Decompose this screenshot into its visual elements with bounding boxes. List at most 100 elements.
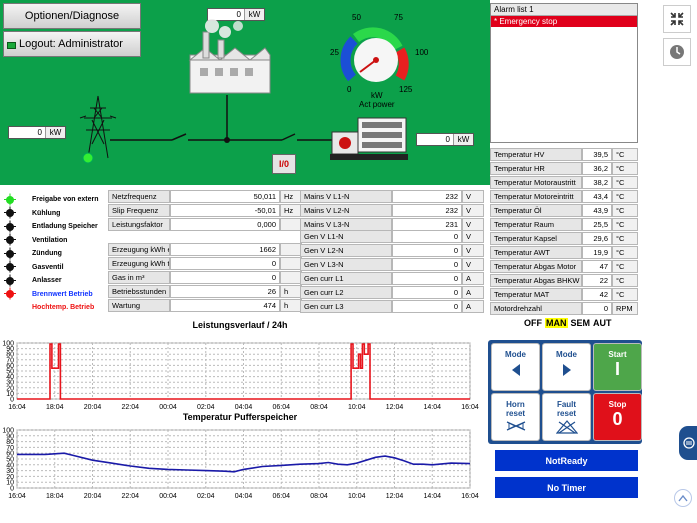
mode-aut: AUT <box>593 318 612 328</box>
fault-reset-button[interactable]: Fault reset <box>542 393 591 441</box>
table-row: Gen curr L2 0 A <box>300 286 484 299</box>
status-label: Gasventil <box>32 263 64 271</box>
alarm-item[interactable]: * Emergency stop <box>491 16 637 27</box>
row-label: Erzeugung kWh el <box>108 243 170 256</box>
row-label: Gen V L3-N <box>300 258 392 271</box>
row-label: Temperatur Raum <box>490 218 582 231</box>
collapse-fullscreen-button[interactable] <box>663 5 691 33</box>
table-row: Temperatur MAT 42 °C <box>490 288 638 301</box>
x-tick-label: 06:04 <box>272 404 290 411</box>
table-row: Gen V L3-N 0 V <box>300 258 484 271</box>
gauge-tick-75: 75 <box>394 13 403 22</box>
row-label: Temperatur Motoreintritt <box>490 190 582 203</box>
row-unit: °C <box>612 176 638 189</box>
row-label: Slip Frequenz <box>108 204 170 217</box>
horn-reset-button[interactable]: Horn reset <box>491 393 540 441</box>
row-label: Mains V L2-N <box>300 204 392 217</box>
x-tick-label: 04:04 <box>235 493 253 500</box>
row-unit: °C <box>612 162 638 175</box>
row-value: 43,4 <box>582 190 612 203</box>
mode-indicator: OFF MAN SEM AUT <box>524 318 612 328</box>
table-row: Motordrehzahl 0 RPM <box>490 302 638 315</box>
row-unit: °C <box>612 148 638 161</box>
y-tick-label: 100 <box>2 428 14 435</box>
status-notready: NotReady <box>495 450 638 471</box>
x-tick-label: 00:04 <box>159 493 177 500</box>
row-label: Temperatur Motoraustritt <box>490 176 582 189</box>
stop-button[interactable]: Stop 0 <box>593 393 642 441</box>
start-button[interactable]: Start I <box>593 343 642 391</box>
row-label: Erzeugung kWh th <box>108 257 170 270</box>
alarm-list[interactable]: Alarm list 1 * Emergency stop <box>490 3 638 143</box>
row-label: Temperatur AWT <box>490 246 582 259</box>
row-unit <box>280 243 302 256</box>
x-tick-label: 12:04 <box>386 404 404 411</box>
row-label: Motordrehzahl <box>490 302 582 315</box>
row-label: Gen curr L3 <box>300 300 392 313</box>
table-row: Temperatur HV 39,5 °C <box>490 148 638 161</box>
row-unit: h <box>280 285 302 298</box>
gauge-caption: Act power <box>359 100 395 109</box>
row-label: Wartung <box>108 299 170 312</box>
row-value: 0 <box>392 300 462 313</box>
status-item: Zündung <box>4 247 62 260</box>
x-tick-label: 16:04 <box>461 404 479 411</box>
x-tick-label: 16:04 <box>461 493 479 500</box>
row-label: Gen V L2-N <box>300 244 392 257</box>
row-unit: V <box>462 258 484 271</box>
status-item: Ventilation <box>4 234 67 247</box>
table-row: Erzeugung kWh el 1662 <box>108 243 302 256</box>
gauge-tick-0: 0 <box>347 85 352 94</box>
history-icon <box>670 45 684 59</box>
table-row: Temperatur Abgas Motor 47 °C <box>490 260 638 273</box>
row-unit: °C <box>612 232 638 245</box>
power-mast-icon <box>79 95 117 159</box>
status-label: Entladung Speicher <box>32 223 98 230</box>
breaker-toggle-button[interactable]: I/0 <box>272 154 296 174</box>
row-value: 0 <box>170 271 280 284</box>
grid-values-table: Netzfrequenz 50,011 Hz Slip Frequenz -50,01 H… <box>108 190 302 232</box>
x-tick-label: 16:04 <box>8 404 26 411</box>
fault-icon <box>555 420 578 434</box>
side-panel-tab[interactable] <box>679 426 697 460</box>
row-value: 0 <box>392 258 462 271</box>
horn-icon <box>506 421 525 431</box>
row-unit: °C <box>612 204 638 217</box>
start-symbol: I <box>614 359 620 379</box>
row-value: 0 <box>392 244 462 257</box>
table-row: Gas in m³ 0 <box>108 271 302 284</box>
stop-label: Stop <box>608 400 627 409</box>
status-label: Anlasser <box>32 277 62 284</box>
x-tick-label: 16:04 <box>8 493 26 500</box>
mode-left-button[interactable]: Mode <box>491 343 540 391</box>
row-label: Gen V L1-N <box>300 230 392 243</box>
power-gauge <box>340 27 409 82</box>
x-tick-label: 00:04 <box>159 404 177 411</box>
status-label: Zündung <box>32 250 62 257</box>
row-unit: V <box>462 244 484 257</box>
row-unit <box>280 218 302 231</box>
history-button[interactable] <box>663 38 691 66</box>
row-value: 39,5 <box>582 148 612 161</box>
row-unit: °C <box>612 218 638 231</box>
scroll-up-button[interactable] <box>674 489 692 507</box>
gauge-tick-50: 50 <box>352 13 361 22</box>
mode-right-button[interactable]: Mode <box>542 343 591 391</box>
row-value: 0 <box>170 257 280 270</box>
row-label: Leistungsfaktor <box>108 218 170 231</box>
row-label: Netzfrequenz <box>108 190 170 203</box>
row-value: 0 <box>582 302 612 315</box>
table-row: Gen V L1-N 0 V <box>300 230 484 243</box>
x-tick-label: 20:04 <box>84 404 102 411</box>
mains-status-dot <box>82 152 94 164</box>
stop-symbol: 0 <box>612 409 623 429</box>
status-label: Hochtemp. Betrieb <box>32 304 95 311</box>
x-tick-label: 22:04 <box>121 404 139 411</box>
table-row: Leistungsfaktor 0,000 <box>108 218 302 231</box>
gauge-tick-100: 100 <box>415 48 429 57</box>
status-item: Hochtemp. Betrieb <box>6 301 94 314</box>
row-unit: °C <box>612 260 638 273</box>
row-unit: °C <box>612 246 638 259</box>
chevron-up-icon <box>678 494 688 502</box>
status-item: Kühlung <box>4 207 60 220</box>
